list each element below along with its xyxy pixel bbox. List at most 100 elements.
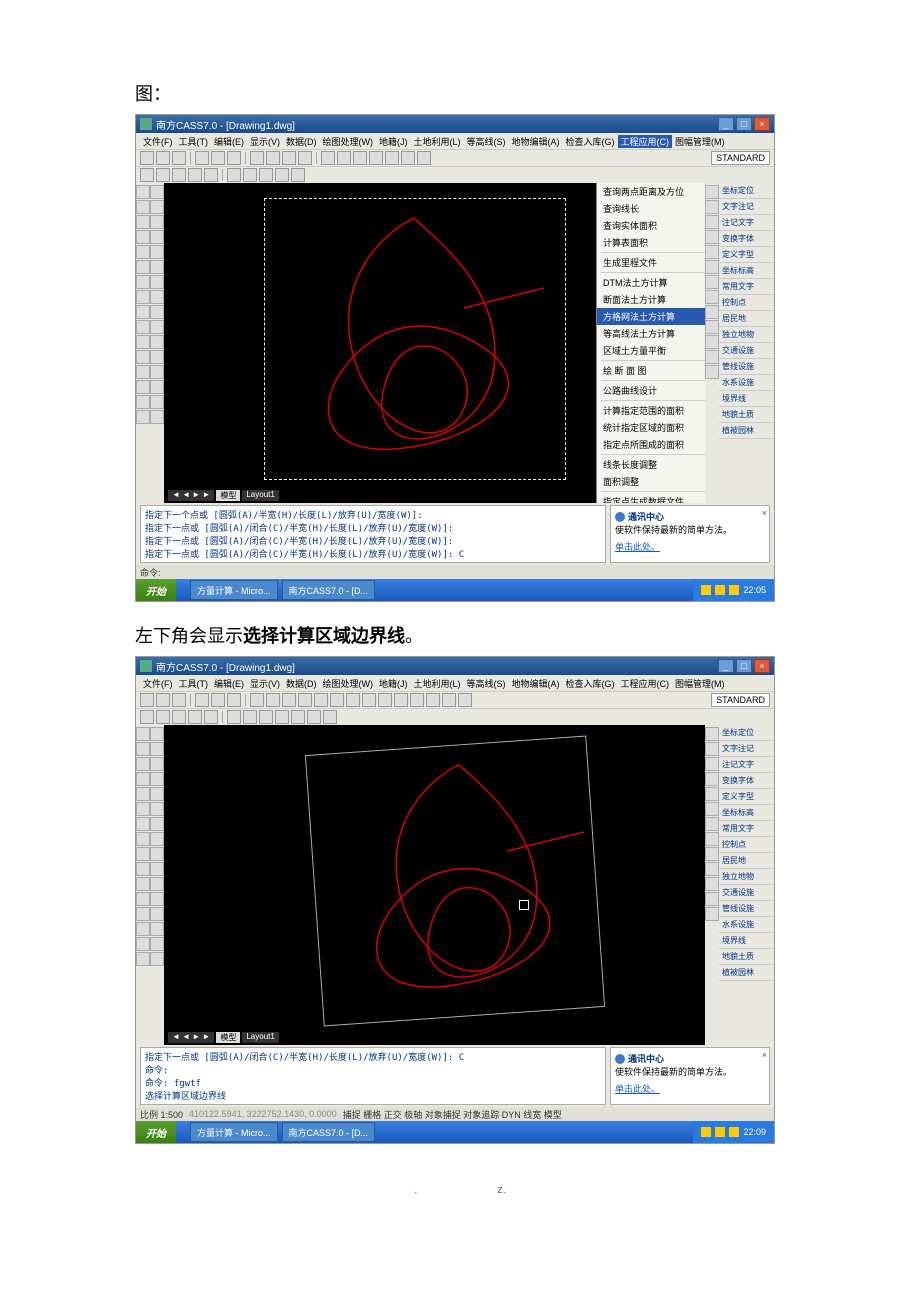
tool-icon[interactable] [136,275,150,289]
tool-icon[interactable] [136,937,150,951]
panel-item[interactable]: 交通设施 [719,343,774,359]
panel-item[interactable]: 地貌土质 [719,407,774,423]
tool-icon[interactable] [426,693,440,707]
task-item[interactable]: 方量计算 - Micro... [190,580,278,600]
tool-icon[interactable] [136,380,150,394]
tool-icon[interactable] [330,693,344,707]
notice-link[interactable]: 单击此处。 [615,1082,765,1095]
tool-icon[interactable] [150,290,164,304]
tool-icon[interactable] [150,892,164,906]
tool-icon[interactable] [136,395,150,409]
tool-icon[interactable] [150,200,164,214]
tool-icon[interactable] [705,862,719,876]
close-button[interactable]: × [754,659,770,673]
tool-icon[interactable] [705,772,719,786]
tool-icon[interactable] [150,410,164,424]
tab-model[interactable]: 模型 [216,1032,240,1043]
notice-close-button[interactable]: × [762,1050,767,1060]
tool-icon[interactable] [136,320,150,334]
tool-icon[interactable] [337,151,351,165]
menu-item[interactable]: 编辑(E) [211,135,247,148]
menu-item[interactable]: 编辑(E) [211,677,247,690]
tool-icon[interactable] [705,200,719,214]
menu-item[interactable]: 绘图处理(W) [320,135,377,148]
tool-icon[interactable] [410,693,424,707]
style-combo[interactable]: STANDARD [711,151,770,165]
tool-icon[interactable] [705,877,719,891]
tool-icon[interactable] [705,742,719,756]
tool-icon[interactable] [705,787,719,801]
style-combo[interactable]: STANDARD [711,693,770,707]
menu-entry[interactable]: 查询两点距离及方位 [597,183,705,200]
tool-icon[interactable] [705,727,719,741]
tool-icon[interactable] [150,802,164,816]
menu-item[interactable]: 绘图处理(W) [320,677,377,690]
tool-icon[interactable] [211,151,225,165]
tool-icon[interactable] [705,185,719,199]
tool-icon[interactable] [321,151,335,165]
tool-icon[interactable] [362,693,376,707]
tool-icon[interactable] [156,693,170,707]
tool-icon[interactable] [353,151,367,165]
tool-icon[interactable] [136,200,150,214]
drawing-canvas[interactable]: ◄ ◄ ► ► 模型 Layout1 查询指定点坐标查询两点距离及方位查询线长查… [164,183,705,503]
tool-icon[interactable] [282,151,296,165]
tool-icon[interactable] [705,817,719,831]
tool-icon[interactable] [136,727,150,741]
tool-icon[interactable] [705,230,719,244]
tool-icon[interactable] [705,907,719,921]
tool-icon[interactable] [705,757,719,771]
tray-icon[interactable] [715,1127,725,1137]
tool-icon[interactable] [282,693,296,707]
menu-entry[interactable]: 查询线长 [597,200,705,217]
panel-item[interactable]: 境界线 [719,391,774,407]
menu-entry[interactable]: 生成里程文件▶ [597,254,705,271]
tool-icon[interactable] [150,847,164,861]
tool-icon[interactable] [150,335,164,349]
tool-icon[interactable] [156,168,170,182]
start-button[interactable]: 开始 [136,1121,176,1143]
tool-icon[interactable] [136,742,150,756]
tool-icon[interactable] [136,847,150,861]
menu-item[interactable]: 显示(V) [247,677,283,690]
tool-icon[interactable] [136,772,150,786]
menu-entry[interactable]: 指定点生成数据文件 [597,493,705,503]
command-log[interactable]: 指定下一点或 [圆弧(A)/闭合(C)/半宽(H)/长度(L)/放弃(U)/宽度… [140,1047,606,1105]
command-prompt[interactable]: 命令: [140,566,161,579]
menu-entry[interactable]: 区域土方量平衡▶ [597,342,705,359]
tool-icon[interactable] [136,757,150,771]
panel-item[interactable]: 常用文字 [719,279,774,295]
menu-item[interactable]: 地物编辑(A) [509,677,563,690]
tool-icon[interactable] [150,832,164,846]
tool-icon[interactable] [150,907,164,921]
tray-icon[interactable] [701,585,711,595]
menu-entry[interactable]: DTM法土方计算▶ [597,274,705,291]
panel-item[interactable]: 植被园林 [719,423,774,439]
tool-icon[interactable] [172,693,186,707]
tool-icon[interactable] [136,802,150,816]
tool-icon[interactable] [298,693,312,707]
tool-icon[interactable] [705,847,719,861]
menu-entry[interactable]: 线条长度调整 [597,456,705,473]
tool-icon[interactable] [150,817,164,831]
menu-entry[interactable]: 绘 断 面 图▶ [597,362,705,379]
panel-item[interactable]: 定义字型 [719,789,774,805]
tool-icon[interactable] [275,168,289,182]
tool-icon[interactable] [150,952,164,966]
tool-icon[interactable] [323,710,337,724]
panel-item[interactable]: 常用文字 [719,821,774,837]
notice-close-button[interactable]: × [762,508,767,518]
panel-item[interactable]: 坐标定位 [719,183,774,199]
panel-item[interactable]: 交通设施 [719,885,774,901]
tool-icon[interactable] [156,710,170,724]
tool-icon[interactable] [136,230,150,244]
tool-icon[interactable] [136,907,150,921]
menu-item[interactable]: 数据(D) [283,677,320,690]
tool-icon[interactable] [150,772,164,786]
panel-item[interactable]: 水系设施 [719,917,774,933]
tool-icon[interactable] [243,710,257,724]
menu-item[interactable]: 地籍(J) [376,677,411,690]
tab-nav[interactable]: ◄ ◄ ► ► [168,1032,214,1043]
tool-icon[interactable] [705,335,719,349]
menu-item[interactable]: 文件(F) [140,135,176,148]
